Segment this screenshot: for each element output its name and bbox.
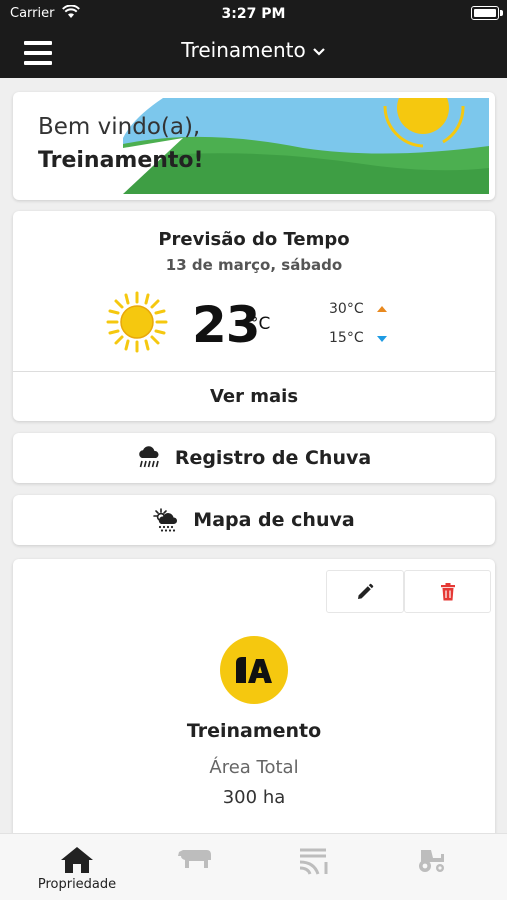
area-value: 300 ha: [222, 787, 286, 808]
area-label: Área Total: [209, 757, 299, 778]
rain-map-button[interactable]: Mapa de chuva: [13, 495, 495, 545]
property-selector[interactable]: Treinamento: [0, 38, 507, 62]
property-name: Treinamento: [186, 720, 322, 742]
status-time: 3:27 PM: [221, 6, 286, 22]
landscape-illustration: [123, 98, 489, 194]
pencil-icon: [358, 583, 374, 599]
property-logo: [220, 636, 288, 704]
rain-record-label: Registro de Chuva: [174, 447, 372, 469]
arrow-down-icon: [377, 336, 387, 342]
rain-cloud-icon: [139, 446, 159, 468]
max-temperature: 30°C: [329, 301, 364, 317]
status-bar: Carrier 3:27 PM: [0, 0, 507, 28]
see-more-button[interactable]: Ver mais: [13, 372, 495, 421]
property-card: Treinamento Área Total 300 ha: [13, 559, 495, 839]
edit-button[interactable]: [326, 570, 404, 613]
nav-label-property: Propriedade: [37, 877, 117, 892]
rain-record-button[interactable]: Registro de Chuva: [13, 433, 495, 483]
delete-button[interactable]: [404, 570, 491, 613]
bottom-navigation: Propriedade: [0, 833, 507, 900]
nav-item-field[interactable]: [250, 834, 376, 900]
welcome-name: Treinamento!: [38, 148, 204, 173]
weather-map-icon: [153, 508, 178, 532]
min-temperature: 15°C: [329, 330, 364, 346]
welcome-greeting: Bem vindo(a),: [38, 114, 201, 140]
arrow-up-icon: [377, 306, 387, 312]
field-icon: [299, 848, 328, 875]
welcome-card: Bem vindo(a), Treinamento!: [13, 92, 495, 200]
brand-logo-icon: [236, 657, 272, 683]
rain-record-card[interactable]: Registro de Chuva: [13, 433, 495, 483]
nav-item-machinery[interactable]: [368, 834, 494, 900]
battery-icon: [471, 6, 503, 20]
trash-icon: [440, 582, 455, 600]
weather-title: Previsão do Tempo: [158, 229, 350, 250]
nav-item-cattle[interactable]: [132, 834, 258, 900]
rain-map-label: Mapa de chuva: [193, 509, 355, 531]
weather-card: Previsão do Tempo 13 de março, sábado 23…: [13, 211, 495, 421]
header-title: Treinamento: [181, 38, 306, 62]
app-header: Treinamento: [0, 28, 507, 78]
home-icon: [61, 847, 93, 873]
rain-map-card[interactable]: Mapa de chuva: [13, 495, 495, 545]
temperature-unit: °C: [250, 314, 271, 334]
chevron-down-icon: [312, 47, 325, 56]
tractor-icon: [419, 850, 444, 872]
cattle-icon: [178, 850, 211, 868]
nav-item-property[interactable]: Propriedade: [14, 834, 140, 900]
sun-icon: [106, 291, 168, 353]
weather-date: 13 de março, sábado: [165, 256, 343, 274]
